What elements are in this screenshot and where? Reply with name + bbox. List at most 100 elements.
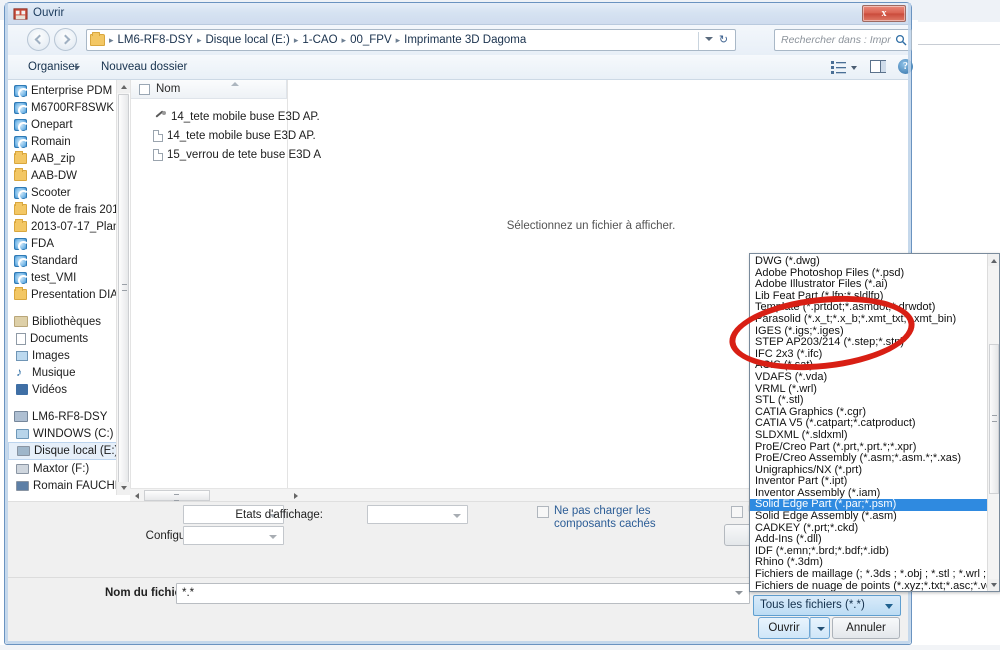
scroll-down-button[interactable] (117, 482, 130, 495)
sidebar-item-note-de-frais[interactable]: Note de frais 201 (8, 201, 129, 218)
sidebar-item-enterprise-pdm[interactable]: Enterprise PDM (8, 82, 129, 99)
sidebar-item-images[interactable]: Images (8, 347, 129, 364)
chevron-down-icon[interactable] (851, 66, 857, 70)
select-all-checkbox[interactable] (139, 84, 150, 95)
filetype-option[interactable]: Fichiers de maillage (; *.3ds ; *.obj ; … (750, 569, 988, 581)
breadcrumb-item-3[interactable]: 00_FPV (348, 34, 394, 46)
sidebar-item-bibliotheques[interactable]: Bibliothèques (8, 313, 129, 330)
dont-load-hidden-checkbox[interactable] (537, 506, 549, 518)
filetype-option[interactable]: SLDXML (*.sldxml) (750, 430, 988, 442)
help-icon[interactable]: ? (898, 59, 913, 74)
sidebar-item-onepart[interactable]: Onepart (8, 116, 129, 133)
use-checkbox[interactable] (731, 506, 743, 518)
breadcrumb-item-4[interactable]: Imprimante 3D Dagoma (402, 34, 528, 46)
filetype-option[interactable]: Add-Ins (*.dll) (750, 534, 988, 546)
sidebar-item-maxtor-f[interactable]: Maxtor (F:) (8, 460, 129, 477)
filetype-option[interactable]: Adobe Illustrator Files (*.ai) (750, 279, 988, 291)
filetype-option[interactable]: CATIA Graphics (*.cgr) (750, 407, 988, 419)
filetype-option[interactable]: STEP AP203/214 (*.step;*.stp) (750, 337, 988, 349)
address-bar[interactable]: ▸ LM6-RF8-DSY ▸ Disque local (E:) ▸ 1-CA… (86, 29, 736, 51)
filetype-option[interactable]: Inventor Assembly (*.iam) (750, 488, 988, 500)
sidebar-item-disque-local-e[interactable]: Disque local (E:) (8, 442, 129, 460)
dont-load-hidden-label-line2[interactable]: composants cachés (554, 518, 664, 531)
forward-button[interactable] (54, 28, 77, 51)
new-folder-button[interactable]: Nouveau dossier (101, 61, 187, 73)
filetype-option[interactable]: CADKEY (*.prt;*.ckd) (750, 523, 988, 535)
back-button[interactable] (27, 28, 50, 51)
filetype-option[interactable]: Unigraphics/NX (*.prt) (750, 465, 988, 477)
filetype-option[interactable]: STL (*.stl) (750, 395, 988, 407)
filetype-option[interactable]: Parasolid (*.x_t;*.x_b;*.xmt_txt;*.xmt_b… (750, 314, 988, 326)
sidebar-item-documents[interactable]: Documents (8, 330, 129, 347)
filetype-option[interactable]: IGES (*.igs;*.iges) (750, 326, 988, 338)
filetype-option[interactable]: ProE/Creo Part (*.prt,*.prt.*;*.xpr) (750, 442, 988, 454)
scroll-thumb[interactable] (118, 94, 129, 489)
sidebar-item-windows-c[interactable]: WINDOWS (C:) (8, 425, 129, 442)
filetype-option[interactable]: ProE/Creo Assembly (*.asm;*.asm.*;*.xas) (750, 453, 988, 465)
chevron-down-icon[interactable] (74, 66, 80, 70)
filetype-option[interactable]: VRML (*.wrl) (750, 384, 988, 396)
filetype-option[interactable]: IFC 2x3 (*.ifc) (750, 349, 988, 361)
sidebar-item-romain[interactable]: Romain (8, 133, 129, 150)
sidebar-item-romain-fauche[interactable]: Romain FAUCHE (8, 477, 129, 494)
sidebar-item-plans[interactable]: 2013-07-17_Plans (8, 218, 129, 235)
filetype-option[interactable]: Lib Feat Part (*.lfp;*.sldlfp) (750, 291, 988, 303)
sidebar-item-presentation-dia[interactable]: Presentation DIA (8, 286, 129, 303)
configurations-combo[interactable] (183, 526, 284, 545)
filetype-option[interactable]: Template (*.prtdot;*.asmdot;*.drwdot) (750, 302, 988, 314)
filetype-dropdown-list[interactable]: DWG (*.dwg) Adobe Photoshop Files (*.psd)… (749, 253, 1000, 592)
sidebar-item-aab-zip[interactable]: AAB_zip (8, 150, 129, 167)
filename-input[interactable]: *.* (176, 583, 750, 604)
sidebar-item-scooter[interactable]: Scooter (8, 184, 129, 201)
chevron-down-icon[interactable] (705, 37, 713, 41)
filetype-option[interactable]: Fichiers de nuage de points (*.xyz;*.txt… (750, 581, 988, 591)
sidebar-item-videos[interactable]: Vidéos (8, 381, 129, 398)
filetype-option[interactable]: ACIS (*.sat) (750, 360, 988, 372)
breadcrumb-item-2[interactable]: 1-CAO (300, 34, 339, 46)
file-row[interactable]: 14_tete mobile buse E3D AP. (131, 107, 320, 126)
chevron-down-icon (269, 535, 277, 539)
dont-load-hidden-label-line1[interactable]: Ne pas charger les (554, 505, 654, 518)
filetype-option[interactable]: Inventor Part (*.ipt) (750, 476, 988, 488)
organiser-button[interactable]: Organiser (28, 61, 79, 73)
open-dropdown-button[interactable] (810, 617, 830, 639)
sidebar-item-test-vmi[interactable]: test_VMI (8, 269, 129, 286)
background-bottom-strip (0, 645, 1000, 650)
sidebar-item-aab-dw[interactable]: AAB-DW (8, 167, 129, 184)
filetype-option[interactable]: Adobe Photoshop Files (*.psd) (750, 268, 988, 280)
filetype-option[interactable]: CATIA V5 (*.catpart;*.catproduct) (750, 418, 988, 430)
navpane-scrollbar[interactable] (116, 80, 130, 495)
view-list-icon[interactable] (831, 60, 847, 74)
scroll-up-button[interactable] (988, 254, 999, 266)
search-input[interactable]: Rechercher dans : Imprimante ... (774, 29, 912, 51)
open-button[interactable]: Ouvrir (758, 617, 810, 639)
filetype-option[interactable]: DWG (*.dwg) (750, 256, 988, 268)
scroll-down-button[interactable] (988, 579, 999, 591)
refresh-icon[interactable]: ↻ (716, 33, 731, 48)
column-header-nom[interactable]: Nom (131, 80, 287, 99)
filetype-option[interactable]: VDAFS (*.vda) (750, 372, 988, 384)
chevron-down-icon[interactable] (735, 591, 743, 595)
close-button[interactable]: x (862, 5, 906, 22)
filetype-option[interactable]: Solid Edge Part (*.par;*.psm) (750, 499, 988, 512)
sidebar-item-fda[interactable]: FDA (8, 235, 129, 252)
cancel-button[interactable]: Annuler (832, 617, 900, 639)
filetype-combo[interactable]: Tous les fichiers (*.*) (753, 595, 901, 616)
file-row[interactable]: 15_verrou de tete buse E3D A (131, 145, 321, 164)
filetype-option[interactable]: IDF (*.emn;*.brd;*.bdf;*.idb) (750, 546, 988, 558)
filetype-option[interactable]: Solid Edge Assembly (*.asm) (750, 511, 988, 523)
breadcrumb-item-1[interactable]: Disque local (E:) (203, 34, 291, 46)
sidebar-item-m6700rf8swk[interactable]: M6700RF8SWK (8, 99, 129, 116)
sidebar-item-standard[interactable]: Standard (8, 252, 129, 269)
scroll-thumb[interactable] (989, 344, 999, 494)
file-row[interactable]: 14_tete mobile buse E3D AP. (131, 126, 316, 145)
filetype-option[interactable]: Rhino (*.3dm) (750, 557, 988, 569)
breadcrumb-item-0[interactable]: LM6-RF8-DSY (116, 34, 195, 46)
preview-pane-icon[interactable] (870, 60, 886, 73)
scroll-thumb[interactable] (144, 490, 210, 501)
sidebar-item-computer[interactable]: LM6-RF8-DSY (8, 408, 129, 425)
display-states-combo[interactable] (367, 505, 468, 524)
sidebar-item-musique[interactable]: ♪ Musique (8, 364, 129, 381)
dropdown-scrollbar[interactable] (987, 254, 999, 591)
scroll-up-button[interactable] (117, 80, 130, 93)
